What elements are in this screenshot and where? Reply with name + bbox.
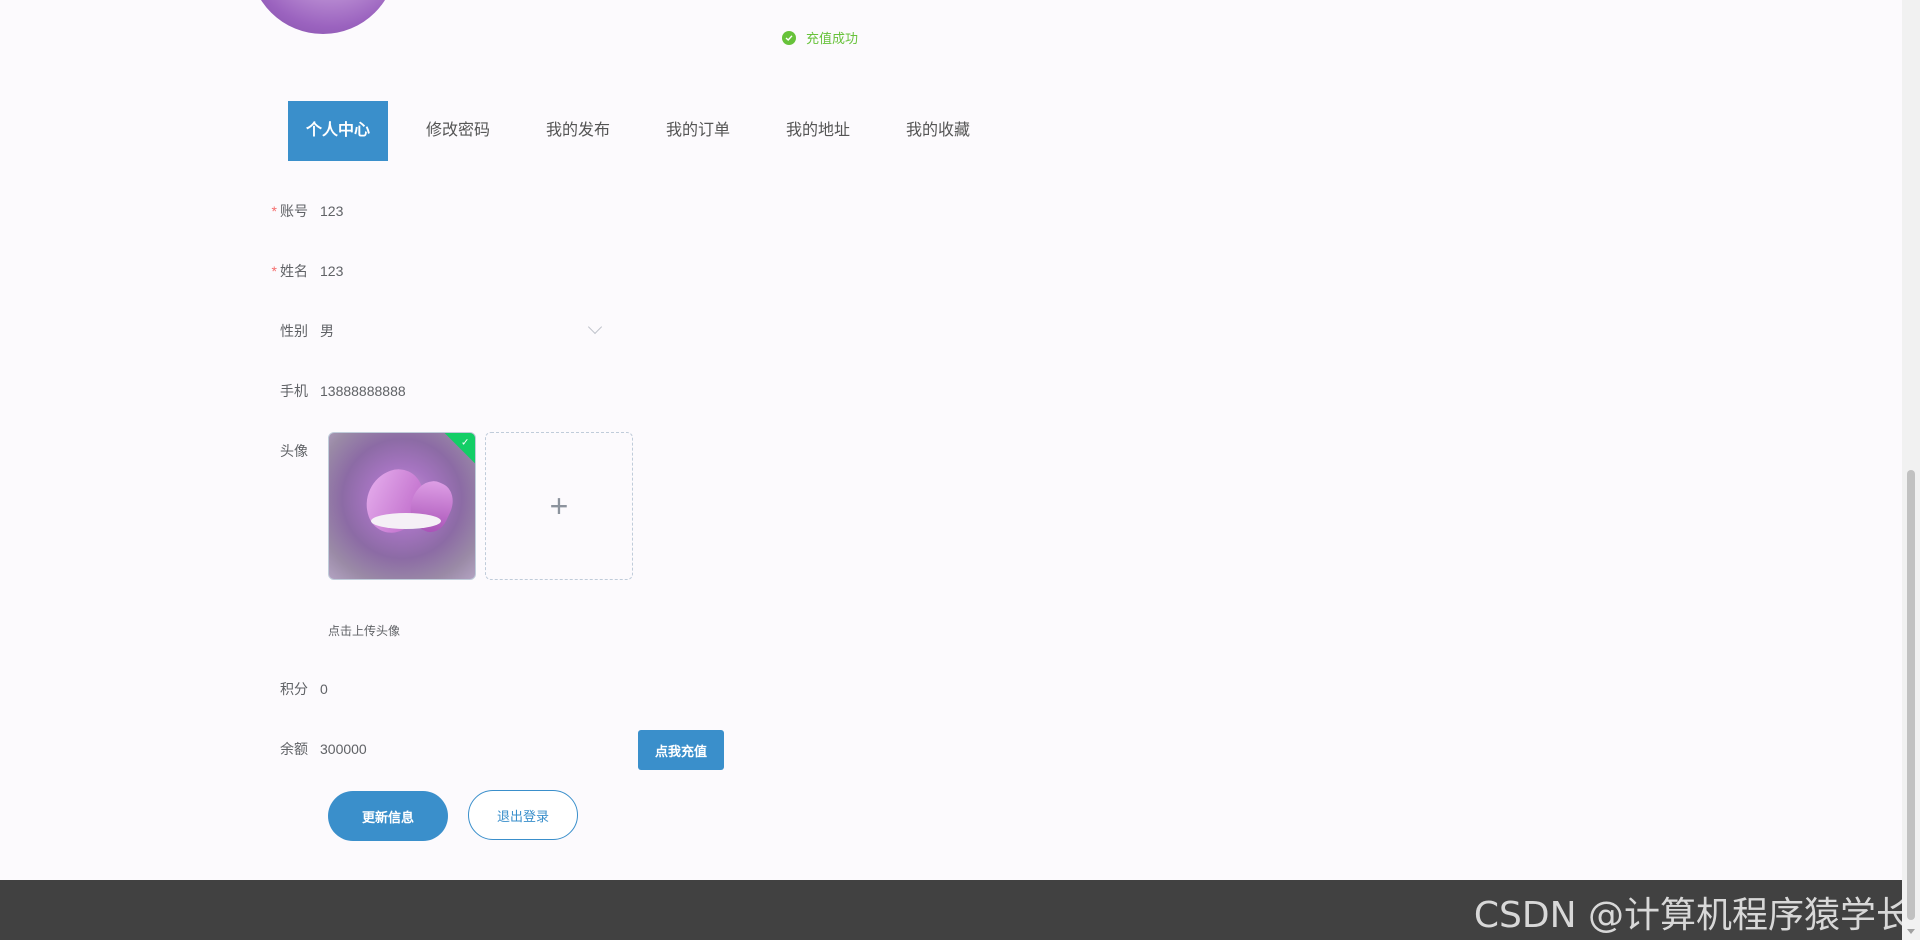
balance-value: 300000 (320, 741, 367, 757)
scrollbar-thumb[interactable] (1907, 470, 1915, 920)
profile-tabs: 个人中心 修改密码 我的发布 我的订单 我的地址 我的收藏 (288, 101, 998, 161)
phone-label: 手机 (280, 383, 308, 399)
check-circle-icon (782, 30, 796, 45)
uploaded-avatar-image[interactable]: ✓ (328, 432, 476, 580)
avatar-row: 头像 (270, 431, 320, 471)
tab-my-posts[interactable]: 我的发布 (518, 101, 638, 161)
required-mark: * (271, 203, 277, 219)
phone-row: 手机 13888888888 (270, 371, 620, 411)
user-avatar (250, 0, 396, 34)
points-label: 积分 (280, 681, 308, 697)
gender-label: 性别 (280, 323, 308, 339)
balance-label: 余额 (280, 741, 308, 757)
account-row: * 账号 123 (270, 191, 620, 231)
balance-row: 余额 300000 (270, 729, 620, 769)
profile-page: 充值成功 个人中心 修改密码 我的发布 我的订单 我的地址 我的收藏 * 账号 1… (0, 0, 1902, 940)
logout-button[interactable]: 退出登录 (468, 790, 578, 840)
plus-icon: + (549, 487, 569, 524)
upload-success-badge: ✓ (443, 433, 475, 465)
phone-input[interactable]: 13888888888 (320, 383, 620, 399)
gender-select[interactable]: 男 (320, 311, 610, 351)
name-label: 姓名 (280, 263, 308, 279)
recharge-button[interactable]: 点我充值 (638, 730, 724, 770)
tab-my-favorites[interactable]: 我的收藏 (878, 101, 998, 161)
name-input[interactable]: 123 (320, 263, 620, 279)
required-mark: * (271, 263, 277, 279)
toast-message: 充值成功 (806, 31, 859, 46)
avatar-upload-button[interactable]: + (485, 432, 633, 580)
account-label: 账号 (280, 203, 308, 219)
scroll-down-arrow-icon[interactable] (1907, 929, 1915, 934)
gender-row: 性别 男 (270, 311, 610, 351)
tab-change-password[interactable]: 修改密码 (398, 101, 518, 161)
points-row: 积分 0 (270, 669, 620, 709)
points-value: 0 (320, 681, 328, 697)
update-info-button[interactable]: 更新信息 (328, 791, 448, 841)
avatar-upload-hint: 点击上传头像 (328, 624, 401, 638)
tab-my-addresses[interactable]: 我的地址 (758, 101, 878, 161)
watermark: CSDN @计算机程序猿学长 (1473, 895, 1912, 936)
scrollbar[interactable] (1902, 0, 1920, 940)
avatar-upload-list: ✓ + (328, 432, 633, 580)
success-toast: 充值成功 (782, 28, 858, 47)
gender-value: 男 (320, 323, 334, 339)
name-row: * 姓名 123 (270, 251, 620, 291)
account-input[interactable]: 123 (320, 203, 620, 219)
tab-personal-center[interactable]: 个人中心 (288, 101, 388, 161)
tab-my-orders[interactable]: 我的订单 (638, 101, 758, 161)
avatar-label: 头像 (280, 443, 308, 459)
chevron-down-icon (587, 319, 603, 335)
check-icon: ✓ (460, 437, 470, 449)
